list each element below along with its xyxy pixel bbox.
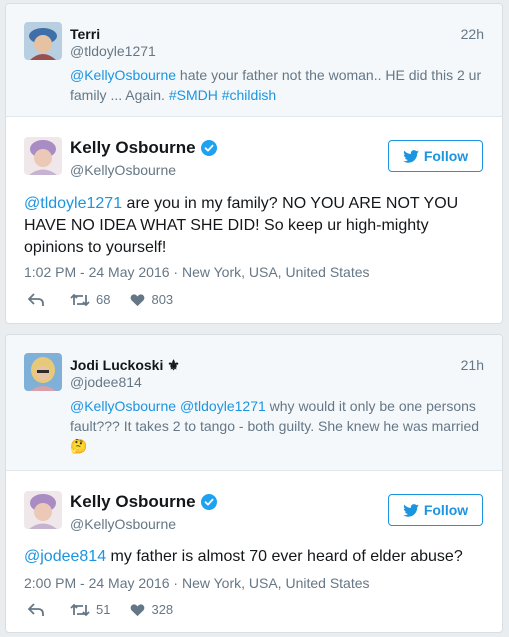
like-action[interactable]: 803 bbox=[130, 292, 173, 307]
retweet-icon bbox=[70, 603, 90, 616]
tweet-text: @tldoyle1271 are you in my family? NO YO… bbox=[24, 193, 484, 259]
reply-text: @KellyOsbourne hate your father not the … bbox=[70, 65, 490, 105]
reply-icon bbox=[28, 602, 44, 616]
like-action[interactable]: 328 bbox=[130, 602, 173, 617]
tweet-actions: 68 803 bbox=[28, 292, 173, 307]
reply-action[interactable] bbox=[28, 602, 44, 617]
retweet-count: 68 bbox=[96, 292, 111, 307]
reply-author-handle[interactable]: @jodee814 bbox=[70, 374, 142, 390]
reply-author-name-row[interactable]: Jodi Luckoski ⚜ bbox=[70, 357, 180, 374]
tweet-text: @jodee814 my father is almost 70 ever he… bbox=[24, 546, 484, 568]
author-handle[interactable]: @KellyOsbourne bbox=[70, 162, 176, 178]
verified-badge-icon bbox=[200, 494, 217, 510]
reply-timestamp[interactable]: 21h bbox=[461, 357, 484, 373]
tweet-card: Jodi Luckoski ⚜ @jodee814 21h @KellyOsbo… bbox=[5, 334, 503, 633]
author-handle[interactable]: @KellyOsbourne bbox=[70, 516, 176, 532]
tweet-card: Terri @tldoyle1271 22h @KellyOsbourne ha… bbox=[5, 3, 503, 324]
avatar[interactable] bbox=[24, 22, 62, 60]
retweet-action[interactable]: 68 bbox=[70, 292, 110, 307]
twitter-bird-icon bbox=[403, 503, 419, 517]
mention-link[interactable]: @KellyOsbourne bbox=[70, 398, 176, 414]
reply-icon bbox=[28, 292, 44, 306]
tweet-timestamp-location[interactable]: 1:02 PM - 24 May 2016 · New York, USA, U… bbox=[24, 264, 370, 280]
replied-tweet[interactable]: Terri @tldoyle1271 22h @KellyOsbourne ha… bbox=[6, 4, 502, 117]
tweet-actions: 51 328 bbox=[28, 602, 173, 617]
follow-label: Follow bbox=[423, 502, 469, 518]
author-name[interactable]: Kelly Osbourne bbox=[70, 138, 196, 158]
hashtag-link[interactable]: #SMDH bbox=[169, 87, 218, 103]
follow-label: Follow bbox=[423, 148, 469, 164]
author-name-row[interactable]: Kelly Osbourne bbox=[70, 138, 217, 158]
reply-author-name[interactable]: Jodi Luckoski bbox=[70, 357, 163, 373]
twitter-bird-icon bbox=[403, 149, 419, 163]
mention-link[interactable]: @tldoyle1271 bbox=[24, 195, 122, 212]
like-count: 803 bbox=[151, 292, 174, 307]
like-count: 328 bbox=[151, 602, 174, 617]
retweet-count: 51 bbox=[96, 602, 111, 617]
follow-button[interactable]: Follow bbox=[388, 140, 483, 172]
hashtag-link[interactable]: #childish bbox=[222, 87, 276, 103]
reply-timestamp[interactable]: 22h bbox=[461, 26, 484, 42]
tweet-timestamp-location[interactable]: 2:00 PM - 24 May 2016 · New York, USA, U… bbox=[24, 575, 370, 591]
reply-author-name[interactable]: Terri bbox=[70, 26, 100, 42]
avatar[interactable] bbox=[24, 491, 62, 529]
mention-link[interactable]: @tldoyle1271 bbox=[180, 398, 266, 414]
verified-badge-icon bbox=[200, 140, 217, 156]
reply-action[interactable] bbox=[28, 292, 44, 307]
reply-text: @KellyOsbourne @tldoyle1271 why would it… bbox=[70, 396, 490, 456]
replied-tweet[interactable]: Jodi Luckoski ⚜ @jodee814 21h @KellyOsbo… bbox=[6, 335, 502, 471]
follow-button[interactable]: Follow bbox=[388, 494, 483, 526]
text-segment: my father is almost 70 ever heard of eld… bbox=[106, 548, 463, 565]
author-name[interactable]: Kelly Osbourne bbox=[70, 492, 196, 512]
fleur-de-lis-icon: ⚜ bbox=[167, 357, 180, 373]
reply-author-handle[interactable]: @tldoyle1271 bbox=[70, 43, 156, 59]
mention-link[interactable]: @jodee814 bbox=[24, 548, 106, 565]
retweet-action[interactable]: 51 bbox=[70, 602, 110, 617]
avatar[interactable] bbox=[24, 137, 62, 175]
heart-icon bbox=[131, 603, 145, 616]
heart-icon bbox=[131, 293, 145, 306]
retweet-icon bbox=[70, 293, 90, 306]
avatar[interactable] bbox=[24, 353, 62, 391]
author-name-row[interactable]: Kelly Osbourne bbox=[70, 492, 217, 512]
thinking-face-emoji: 🤔 bbox=[70, 438, 88, 454]
mention-link[interactable]: @KellyOsbourne bbox=[70, 67, 176, 83]
